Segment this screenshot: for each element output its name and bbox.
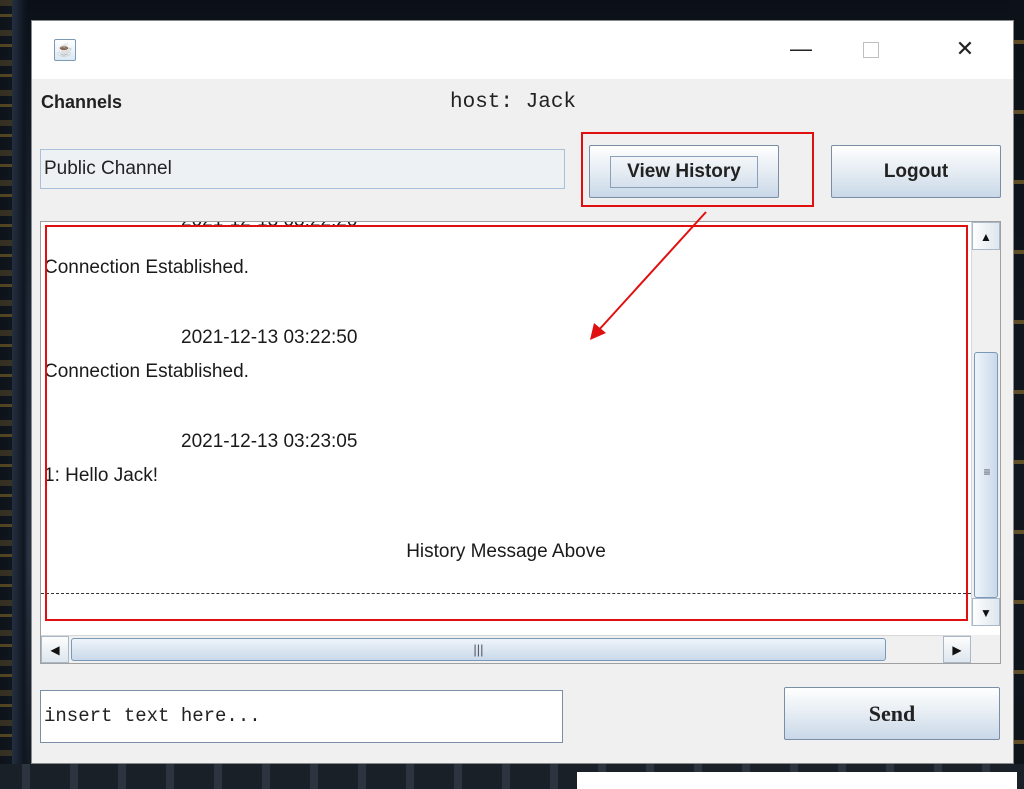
scroll-up-icon[interactable]: ▲	[972, 222, 1000, 250]
horizontal-scrollbar[interactable]: ◀ ||| ▶	[41, 635, 971, 663]
host-label: host: Jack	[450, 91, 577, 114]
message-area-highlight	[45, 225, 968, 621]
message-input[interactable]: insert text here...	[40, 690, 563, 743]
scroll-left-icon[interactable]: ◀	[41, 636, 69, 663]
java-icon: ☕	[54, 39, 76, 61]
chat-window: ☕ — ✕ Channels host: Jack Public Channel…	[31, 20, 1014, 764]
scroll-corner	[971, 635, 1000, 663]
maximize-button[interactable]	[848, 29, 894, 69]
close-button[interactable]: ✕	[942, 29, 988, 69]
send-button[interactable]: Send	[784, 687, 1000, 740]
title-bar[interactable]: ☕ — ✕	[32, 21, 1013, 79]
scroll-down-icon[interactable]: ▼	[972, 598, 1000, 626]
minimize-button[interactable]: —	[778, 29, 824, 69]
view-history-highlight	[581, 132, 814, 207]
maximize-icon	[863, 42, 879, 59]
channels-label: Channels	[41, 92, 123, 112]
channel-field: Public Channel	[40, 149, 565, 189]
vertical-scrollbar[interactable]: ▲ ≡ ▼	[971, 222, 1000, 626]
logout-button[interactable]: Logout	[831, 145, 1001, 198]
scroll-right-icon[interactable]: ▶	[943, 636, 971, 663]
horizontal-scroll-thumb[interactable]: |||	[71, 638, 886, 661]
desktop-strip-left	[0, 0, 12, 789]
vertical-scroll-thumb[interactable]: ≡	[974, 352, 998, 598]
grip-icon: ≡	[983, 465, 991, 479]
overlay-panel	[577, 772, 1017, 789]
